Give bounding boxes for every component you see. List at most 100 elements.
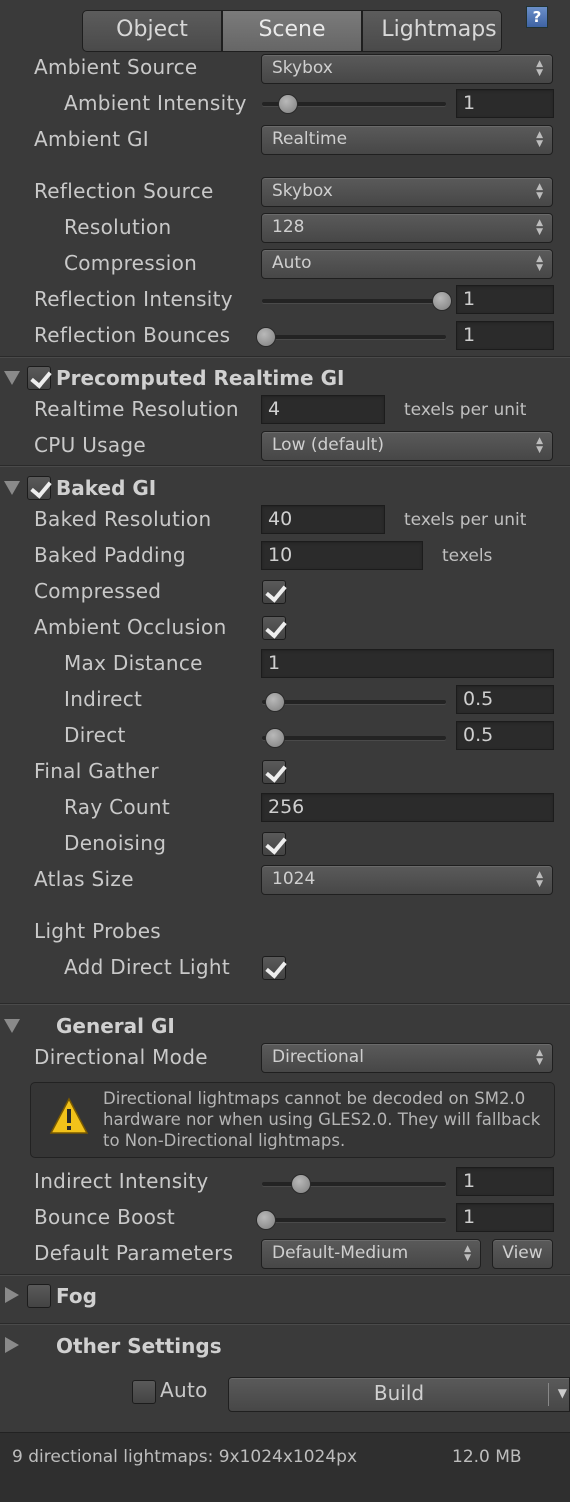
foldout-open-icon[interactable]	[4, 1019, 20, 1033]
resolution-label: Resolution	[64, 215, 172, 239]
auto-checkbox[interactable]	[132, 1380, 156, 1404]
ambient-source-value: Skybox	[272, 58, 333, 78]
foldout-closed-icon[interactable]	[5, 1337, 19, 1353]
warning-box: Directional lightmaps cannot be decoded …	[30, 1082, 555, 1158]
bounce-boost-field[interactable]: 1	[456, 1203, 554, 1232]
reflection-intensity-label: Reflection Intensity	[34, 287, 233, 311]
final-gather-label: Final Gather	[34, 759, 159, 783]
denoising-checkbox[interactable]	[262, 832, 286, 856]
atlas-size-value: 1024	[272, 869, 316, 889]
default-parameters-dropdown[interactable]: Default-Medium ▲ ▼	[261, 1239, 481, 1269]
dropdown-arrows-icon: ▲ ▼	[536, 59, 543, 78]
max-distance-field[interactable]: 1	[261, 649, 554, 678]
bounce-boost-thumb[interactable]	[256, 1210, 276, 1230]
lightmap-size: 12.0 MB	[452, 1447, 522, 1467]
section-divider	[0, 1323, 570, 1325]
ambient-intensity-thumb[interactable]	[278, 94, 298, 114]
reflection-source-label: Reflection Source	[34, 179, 214, 203]
lightmap-summary: 9 directional lightmaps: 9x1024x1024px	[12, 1447, 358, 1467]
indirect-label: Indirect	[64, 687, 143, 711]
reflection-intensity-field[interactable]: 1	[456, 285, 554, 314]
foldout-open-icon[interactable]	[4, 371, 20, 385]
status-footer: 9 directional lightmaps: 9x1024x1024px 1…	[0, 1432, 570, 1502]
auto-label: Auto	[160, 1378, 208, 1402]
reflection-bounces-track[interactable]	[262, 335, 446, 339]
indirect-intensity-field[interactable]: 1	[456, 1167, 554, 1196]
realtime-resolution-label: Realtime Resolution	[34, 397, 239, 421]
reflection-source-dropdown[interactable]: Skybox ▲ ▼	[261, 177, 553, 207]
add-direct-light-checkbox[interactable]	[262, 956, 286, 980]
baked-gi-header[interactable]: Baked GI	[56, 476, 156, 500]
foldout-closed-icon[interactable]	[5, 1287, 19, 1303]
directional-mode-label: Directional Mode	[34, 1045, 208, 1069]
view-button[interactable]: View	[492, 1239, 553, 1269]
baked-resolution-field[interactable]: 40	[261, 505, 385, 534]
reflection-bounces-thumb[interactable]	[256, 327, 276, 347]
bounce-boost-track[interactable]	[262, 1218, 446, 1222]
ambient-intensity-field[interactable]: 1	[456, 89, 554, 118]
directional-mode-value: Directional	[272, 1047, 364, 1067]
direct-track[interactable]	[262, 736, 446, 740]
build-menu-separator	[548, 1383, 549, 1406]
ambient-occlusion-checkbox[interactable]	[262, 616, 286, 640]
section-divider	[0, 356, 570, 358]
ambient-gi-dropdown[interactable]: Realtime ▲ ▼	[261, 125, 553, 155]
dropdown-arrows-icon: ▲ ▼	[464, 1244, 471, 1263]
directional-mode-dropdown[interactable]: Directional ▲ ▼	[261, 1043, 553, 1073]
ambient-source-label: Ambient Source	[34, 55, 198, 79]
reflection-bounces-field[interactable]: 1	[456, 321, 554, 350]
cpu-usage-dropdown[interactable]: Low (default) ▲ ▼	[261, 431, 553, 461]
indirect-thumb[interactable]	[264, 692, 285, 712]
max-distance-label: Max Distance	[64, 651, 203, 675]
indirect-track[interactable]	[262, 700, 446, 704]
reflection-bounces-label: Reflection Bounces	[34, 323, 231, 347]
indirect-intensity-label: Indirect Intensity	[34, 1169, 209, 1193]
ambient-source-dropdown[interactable]: Skybox ▲ ▼	[261, 54, 553, 84]
foldout-open-icon[interactable]	[4, 481, 20, 495]
baked-padding-unit: texels	[442, 546, 493, 566]
default-parameters-label: Default Parameters	[34, 1241, 234, 1265]
section-divider	[0, 1274, 570, 1276]
ambient-gi-label: Ambient GI	[34, 127, 149, 151]
cpu-usage-value: Low (default)	[272, 435, 384, 455]
reflection-intensity-thumb[interactable]	[432, 291, 452, 311]
reflection-intensity-track[interactable]	[262, 299, 446, 303]
direct-field[interactable]: 0.5	[456, 721, 554, 750]
baked-resolution-label: Baked Resolution	[34, 507, 212, 531]
baked-padding-field[interactable]: 10	[261, 541, 423, 570]
dropdown-arrows-icon: ▲ ▼	[536, 1048, 543, 1067]
compression-dropdown[interactable]: Auto ▲ ▼	[261, 249, 553, 279]
other-settings-header[interactable]: Other Settings	[56, 1334, 222, 1358]
realtime-resolution-field[interactable]: 4	[261, 395, 385, 424]
tab-object[interactable]: Object	[82, 10, 222, 52]
general-gi-header[interactable]: General GI	[56, 1014, 175, 1038]
dropdown-arrows-icon: ▲ ▼	[536, 436, 543, 455]
indirect-intensity-thumb[interactable]	[291, 1174, 312, 1194]
direct-thumb[interactable]	[264, 728, 285, 748]
indirect-field[interactable]: 0.5	[456, 685, 554, 714]
help-icon[interactable]: ?	[526, 6, 548, 28]
compression-label: Compression	[64, 251, 198, 275]
section-divider	[0, 1003, 570, 1005]
default-parameters-value: Default-Medium	[272, 1243, 409, 1263]
fog-checkbox[interactable]	[27, 1284, 51, 1308]
build-button[interactable]: Build ▼	[228, 1377, 570, 1412]
ambient-occlusion-label: Ambient Occlusion	[34, 615, 227, 639]
build-button-label: Build	[373, 1381, 425, 1405]
final-gather-checkbox[interactable]	[262, 760, 286, 784]
compressed-checkbox[interactable]	[262, 580, 286, 604]
tab-scene[interactable]: Scene	[222, 10, 362, 52]
precomputed-gi-header[interactable]: Precomputed Realtime GI	[56, 366, 344, 390]
indirect-intensity-track[interactable]	[262, 1182, 446, 1186]
ambient-intensity-label: Ambient Intensity	[64, 91, 247, 115]
chevron-down-icon[interactable]: ▼	[558, 1378, 567, 1409]
dropdown-arrows-icon: ▲ ▼	[536, 130, 543, 149]
atlas-size-dropdown[interactable]: 1024 ▲ ▼	[261, 865, 553, 895]
resolution-dropdown[interactable]: 128 ▲ ▼	[261, 213, 553, 243]
precomputed-gi-checkbox[interactable]	[27, 366, 51, 390]
baked-gi-checkbox[interactable]	[27, 476, 51, 500]
tab-lightmaps[interactable]: Lightmaps	[362, 10, 502, 52]
fog-header[interactable]: Fog	[56, 1284, 97, 1308]
atlas-size-label: Atlas Size	[34, 867, 134, 891]
ray-count-field[interactable]: 256	[261, 793, 554, 822]
